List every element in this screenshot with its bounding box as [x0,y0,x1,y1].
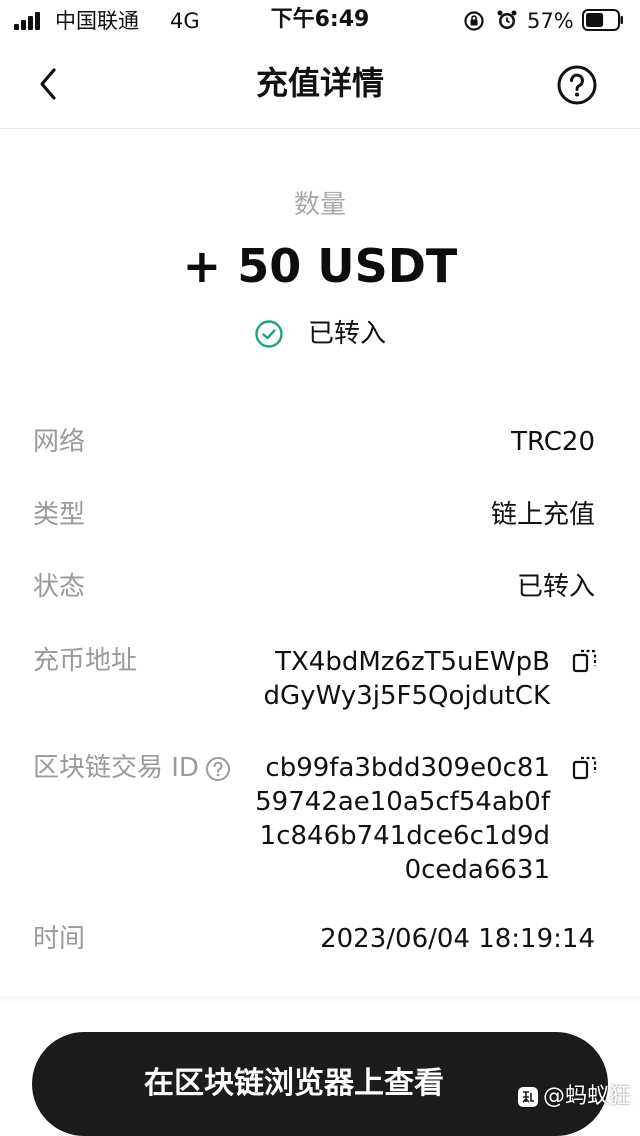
battery-percent: 57% [527,9,574,33]
network-value: TRC20 [511,427,595,457]
status-bar: 中国联通 4G 下午6:49 57% [0,0,640,42]
check-circle-icon [255,320,283,348]
status-value: 已转入 [516,572,595,602]
address-value: TX4bdMz6zT5uEWpB dGyWy3j5F5QojdutCK [264,645,550,713]
type-label: 类型 [33,500,86,530]
copy-address-icon[interactable] [572,648,598,674]
network-label: 网络 [33,427,86,457]
type-value: 链上充值 [490,500,595,530]
txid-label: 区块链交易 ID [33,753,199,783]
watermark-text: @蚂蚁狂 [543,1084,632,1109]
status-label: 状态 [33,572,86,602]
txid-line: 1c846b741dce6c1d9d [259,821,550,851]
help-button[interactable] [556,64,598,106]
address-line: dGyWy3j5F5QojdutCK [263,681,550,711]
rotation-lock-icon [464,11,484,31]
time-value: 2023/06/04 18:19:14 [320,924,595,954]
deposit-status-line: 已转入 [0,314,640,354]
txid-label-wrap: 区块链交易 ID [33,749,231,787]
question-circle-icon [557,65,597,105]
txid-line: 0ceda6631 [404,855,550,885]
txid-line: cb99fa3bdd309e0c81 [265,753,550,783]
address-line: TX4bdMz6zT5uEWpB [275,647,550,677]
question-circle-icon[interactable] [205,756,231,782]
zhihu-logo-icon [518,1087,538,1107]
time-label: 时间 [33,924,86,954]
view-on-explorer-label: 在区块链浏览器上查看 [144,1066,444,1101]
bottom-divider [0,996,640,1006]
page-title: 充值详情 [255,64,384,102]
alarm-icon [497,10,517,29]
address-label: 充币地址 [33,646,138,676]
deposit-status-text: 已转入 [307,319,386,349]
nav-bar: 充值详情 [0,42,640,129]
amount-value: + 50 USDT [182,239,458,293]
txid-line: 59742ae10a5cf54ab0f [255,787,550,817]
battery-icon [582,9,623,31]
watermark: @蚂蚁狂 [517,1082,631,1112]
txid-value: cb99fa3bdd309e0c81 59742ae10a5cf54ab0f 1… [255,751,550,887]
copy-txid-icon[interactable] [572,755,598,781]
amount-label: 数量 [293,190,346,220]
